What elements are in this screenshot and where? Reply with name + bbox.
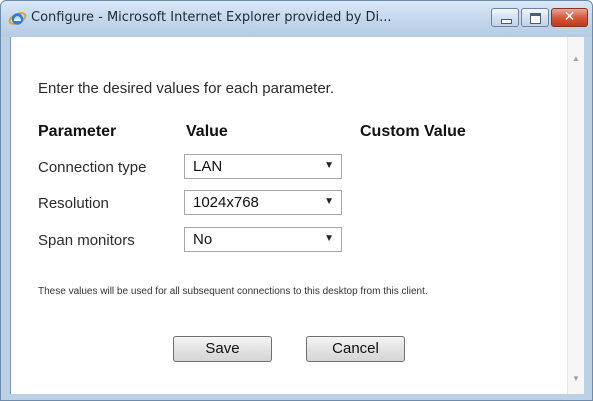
scroll-down-arrow-icon[interactable]: ▼ xyxy=(572,374,580,383)
header-parameter: Parameter xyxy=(38,123,117,140)
close-icon: ✕ xyxy=(563,9,576,25)
ie-icon xyxy=(8,12,27,25)
cancel-button[interactable]: Cancel xyxy=(306,336,405,362)
content-area: Enter the desired values for each parame… xyxy=(10,37,584,394)
configure-window: Configure - Microsoft Internet Explorer … xyxy=(0,0,593,401)
header-custom-value: Custom Value xyxy=(360,123,466,140)
maximize-icon xyxy=(530,13,541,24)
instructions-text: Enter the desired values for each parame… xyxy=(38,80,335,97)
window-title: Configure - Microsoft Internet Explorer … xyxy=(31,10,392,25)
maximize-button[interactable] xyxy=(521,8,549,27)
connection-type-value: LAN xyxy=(193,158,223,175)
dropdown-arrow-icon: ▼ xyxy=(324,160,334,171)
dropdown-arrow-icon: ▼ xyxy=(324,233,334,244)
title-bar[interactable]: Configure - Microsoft Internet Explorer … xyxy=(1,1,592,37)
dropdown-arrow-icon: ▼ xyxy=(324,196,334,207)
span-monitors-select[interactable]: No ▼ xyxy=(184,227,342,252)
resolution-value: 1024x768 xyxy=(193,194,259,211)
save-button[interactable]: Save xyxy=(173,336,272,362)
vertical-scrollbar[interactable]: ▲ ▼ xyxy=(567,37,584,394)
header-value: Value xyxy=(186,123,228,140)
scroll-up-arrow-icon[interactable]: ▲ xyxy=(572,54,580,63)
label-span-monitors: Span monitors xyxy=(38,232,135,249)
minimize-icon xyxy=(501,19,512,24)
span-monitors-value: No xyxy=(193,231,213,248)
label-connection-type: Connection type xyxy=(38,159,147,176)
close-button[interactable]: ✕ xyxy=(551,8,588,27)
minimize-button[interactable] xyxy=(491,8,519,27)
note-text: These values will be used for all subseq… xyxy=(38,286,428,297)
connection-type-select[interactable]: LAN ▼ xyxy=(184,154,342,179)
resolution-select[interactable]: 1024x768 ▼ xyxy=(184,190,342,215)
label-resolution: Resolution xyxy=(38,195,109,212)
